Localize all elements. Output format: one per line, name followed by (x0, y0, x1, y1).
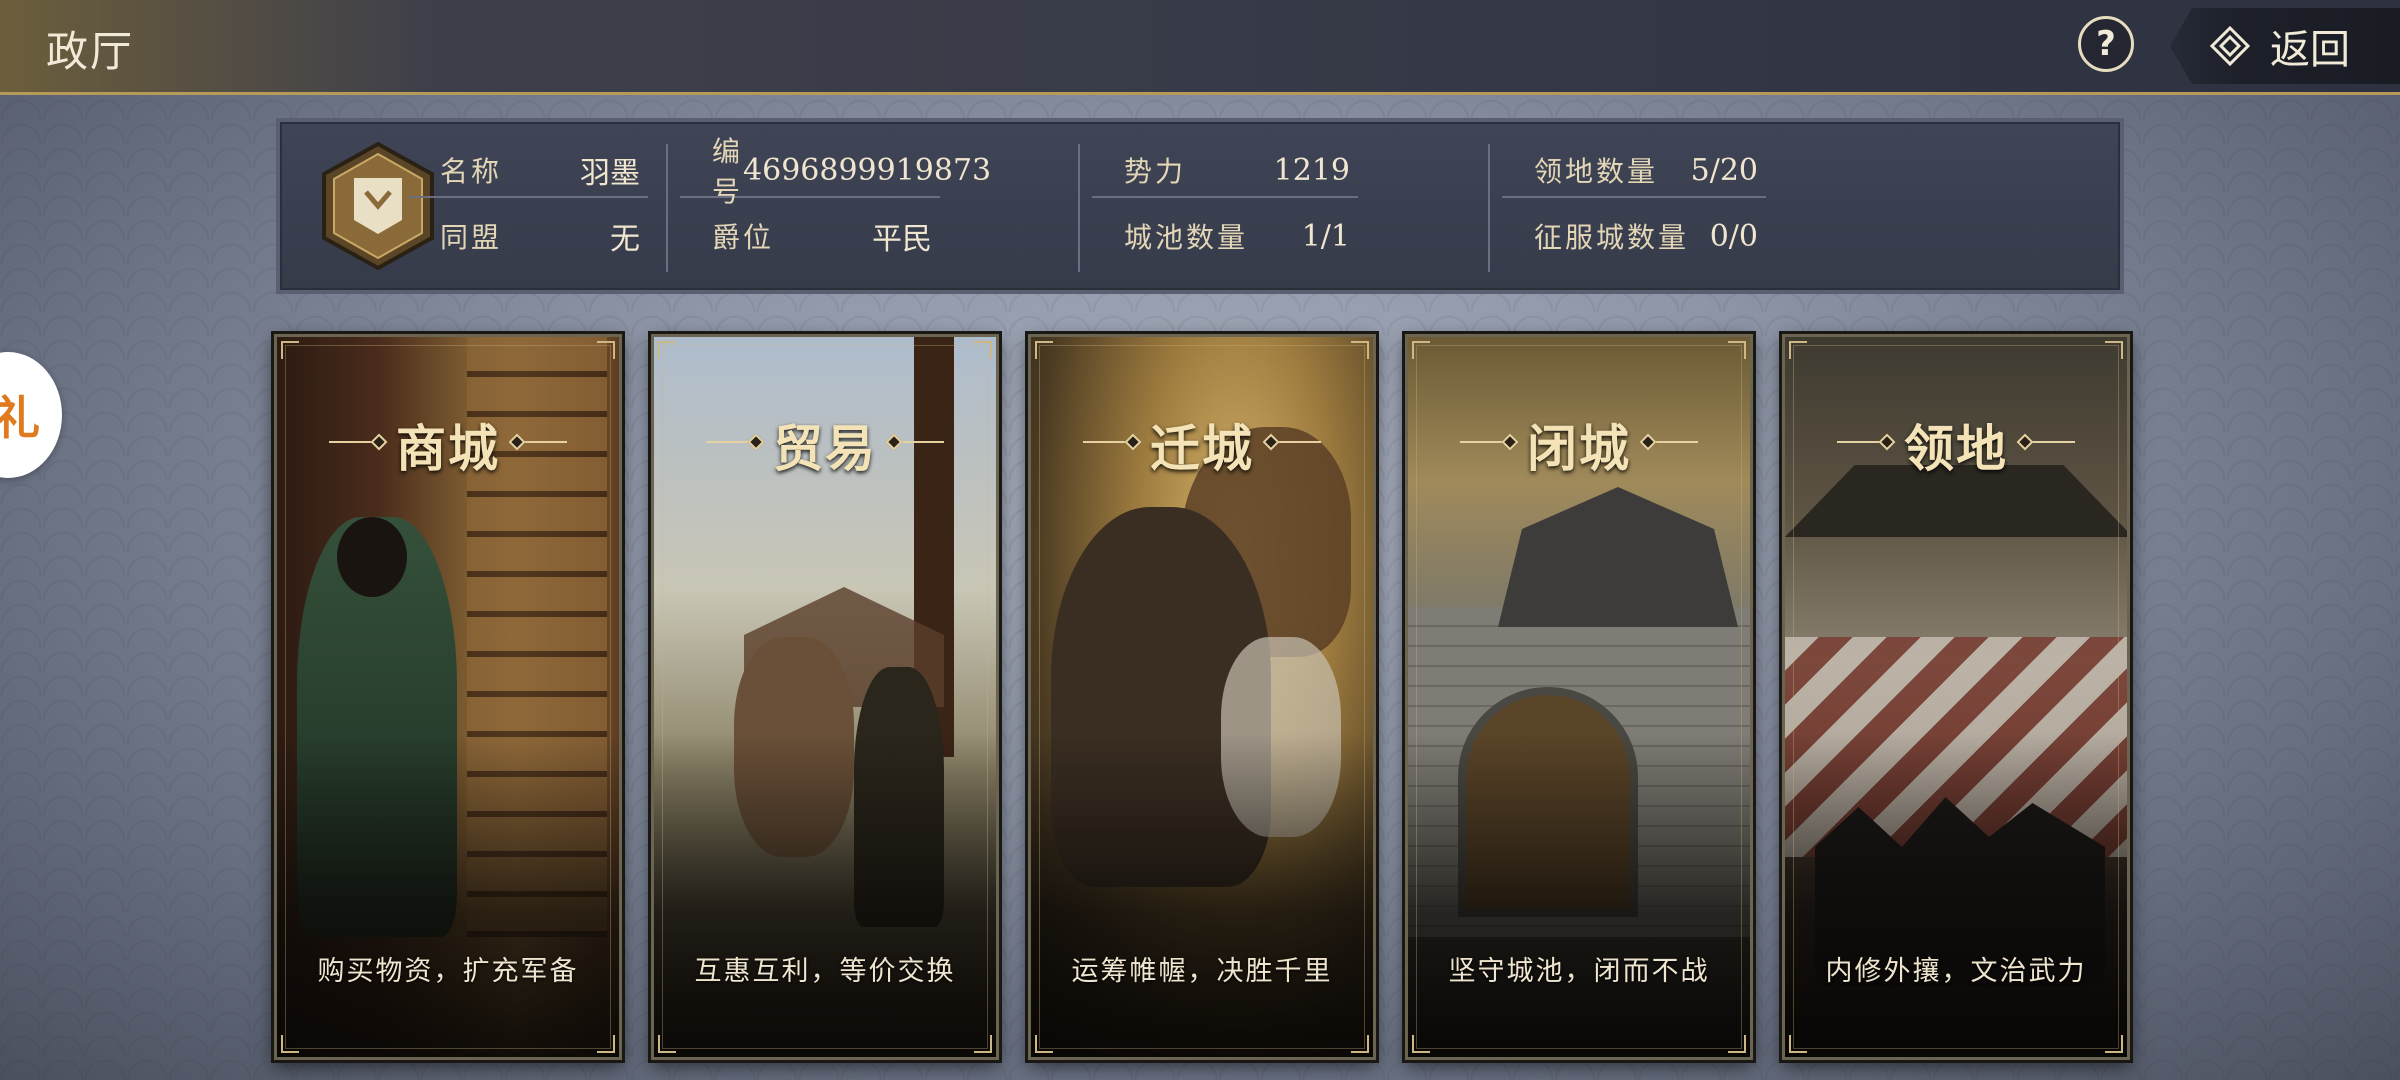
rank-value: 平民 (872, 222, 932, 257)
card-title: 领地 (1904, 419, 2008, 478)
card-title: 贸易 (773, 419, 877, 478)
rank-row: 爵位 平民 (680, 210, 940, 262)
help-button[interactable]: ? (2078, 16, 2134, 72)
card-title: 商城 (396, 419, 500, 478)
power-row: 势力 1219 (1092, 144, 1358, 198)
alliance-label: 同盟 (440, 221, 503, 254)
corner-ornament (974, 1035, 992, 1053)
card-title: 闭城 (1527, 419, 1631, 478)
gift-bubble-label: 礼 (0, 391, 40, 445)
back-label: 返回 (2270, 27, 2350, 73)
corner-ornament (1412, 341, 1430, 359)
id-row: 编号 4696899919873 (680, 135, 991, 208)
back-button[interactable]: 返回 (2170, 8, 2400, 84)
territory-row: 领地数量 5/20 (1502, 144, 1766, 198)
corner-ornament (1728, 341, 1746, 359)
card-trade[interactable]: 贸易 互惠互利，等价交换 (651, 334, 999, 1060)
alliance-value: 无 (610, 222, 640, 257)
name-value: 羽墨 (580, 156, 640, 191)
city-count-value: 1/1 (1301, 218, 1350, 254)
conquered-row: 征服城数量 0/0 (1502, 210, 1766, 262)
corner-ornament (597, 1035, 615, 1053)
corner-ornament (1035, 341, 1053, 359)
back-arrow-icon (2210, 26, 2250, 66)
info-col-power: 势力 1219 城池数量 1/1 (1092, 140, 1358, 272)
rank-label: 爵位 (712, 221, 775, 254)
card-territory[interactable]: 领地 内修外攘，文治武力 (1782, 334, 2130, 1060)
card-relocate[interactable]: 迁城 运筹帷幄，决胜千里 (1028, 334, 1376, 1060)
id-label: 编号 (712, 135, 744, 208)
conquered-label: 征服城数量 (1534, 221, 1690, 254)
corner-ornament (658, 1035, 676, 1053)
card-desc: 购买物资，扩充军备 (317, 956, 579, 987)
divider (666, 144, 668, 272)
corner-ornament (974, 341, 992, 359)
card-desc: 运筹帷幄，决胜千里 (1071, 956, 1333, 987)
corner-ornament (2105, 341, 2123, 359)
info-col-territory: 领地数量 5/20 征服城数量 0/0 (1502, 140, 1766, 272)
corner-ornament (1412, 1035, 1430, 1053)
territory-label: 领地数量 (1534, 155, 1659, 188)
card-desc: 互惠互利，等价交换 (694, 956, 956, 987)
card-desc: 内修外攘，文治武力 (1825, 956, 2087, 987)
corner-ornament (658, 341, 676, 359)
player-info-panel: 名称 羽墨 同盟 无 编号 4696899919873 爵位 平民 势力 121… (276, 118, 2124, 294)
corner-ornament (597, 341, 615, 359)
city-count-label: 城池数量 (1124, 221, 1249, 254)
city-count-row: 城池数量 1/1 (1092, 210, 1358, 262)
card-title: 迁城 (1150, 419, 1254, 478)
alliance-row: 同盟 无 (408, 210, 648, 262)
divider (1488, 144, 1490, 272)
corner-ornament (281, 341, 299, 359)
name-label: 名称 (440, 155, 503, 188)
conquered-value: 0/0 (1709, 218, 1758, 254)
id-value: 4696899919873 (743, 152, 992, 188)
info-col-name: 名称 羽墨 同盟 无 (408, 140, 648, 272)
corner-ornament (1351, 1035, 1369, 1053)
card-desc: 坚守城池，闭而不战 (1448, 956, 1710, 987)
question-icon: ? (2096, 24, 2116, 64)
card-shop[interactable]: 商城 购买物资，扩充军备 (274, 334, 622, 1060)
card-close-city[interactable]: 闭城 坚守城池，闭而不战 (1405, 334, 1753, 1060)
page-title: 政厅 (46, 27, 135, 76)
corner-ornament (1728, 1035, 1746, 1053)
power-value: 1219 (1273, 152, 1350, 188)
territory-value: 5/20 (1690, 152, 1758, 188)
corner-ornament (281, 1035, 299, 1053)
corner-ornament (2105, 1035, 2123, 1053)
corner-ornament (1789, 341, 1807, 359)
divider (1078, 144, 1080, 272)
top-bar: 政厅 ? 返回 (0, 0, 2400, 95)
corner-ornament (1351, 341, 1369, 359)
name-row: 名称 羽墨 (408, 144, 648, 198)
power-label: 势力 (1124, 155, 1187, 188)
corner-ornament (1789, 1035, 1807, 1053)
corner-ornament (1035, 1035, 1053, 1053)
info-col-id: 编号 4696899919873 爵位 平民 (680, 135, 991, 272)
